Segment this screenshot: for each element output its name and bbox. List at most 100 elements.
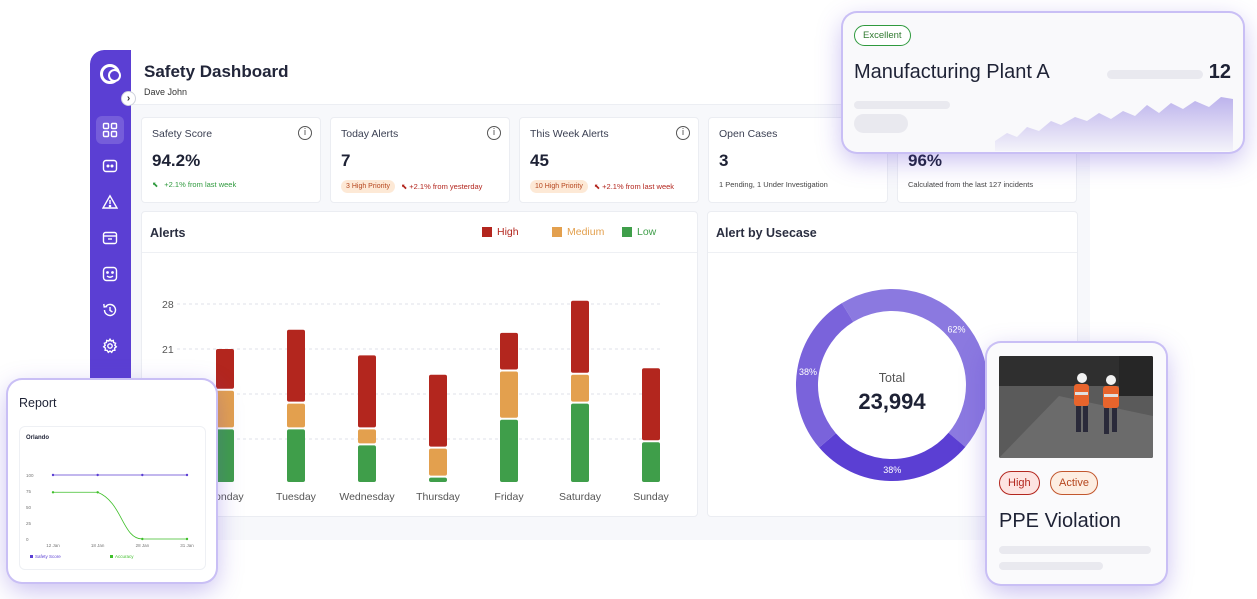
page-title: Safety Dashboard — [144, 62, 289, 81]
plant-card[interactable]: Excellent Manufacturing Plant A 12 — [843, 13, 1243, 152]
kpi-note: 1 Pending, 1 Under Investigation — [719, 180, 828, 189]
bar-segment-medium — [571, 374, 589, 402]
trend-text: +2.1% from last week — [164, 180, 237, 189]
kpi-value: 3 — [719, 151, 729, 170]
severity-badge: High — [999, 471, 1040, 495]
status-badge: Active — [1050, 471, 1098, 495]
report-legend-swatch — [30, 555, 33, 558]
alert-triangle-icon[interactable] — [102, 194, 118, 210]
report-y-tick: 0 — [26, 537, 29, 542]
cctv-snapshot-image — [999, 356, 1153, 458]
plant-count: 12 — [1208, 61, 1231, 83]
status-badge: Excellent — [854, 25, 911, 46]
plant-name: Manufacturing Plant A — [854, 61, 1050, 83]
kpi-label: Today Alerts — [341, 128, 399, 140]
report-face-icon[interactable] — [102, 266, 118, 282]
report-point — [51, 491, 55, 494]
report-card[interactable]: Report Orlando 100 75 50 25 0 12 Jan 18 Jan 28 … — [8, 380, 216, 582]
bar-segment-high — [287, 329, 305, 402]
y-tick-label: 21 — [162, 344, 174, 356]
kpi-trend: 10 High Priority ⬉ +2.1% from last week — [530, 180, 674, 193]
bar-segment-low — [500, 419, 518, 482]
report-y-tick: 75 — [26, 489, 32, 494]
kpi-label: Open Cases — [719, 128, 778, 140]
x-tick-label: Saturday — [559, 491, 602, 503]
skeleton-bar — [999, 546, 1151, 554]
x-tick-label: Sunday — [633, 491, 669, 503]
info-icon[interactable]: i — [487, 126, 501, 140]
user-name: Dave John — [144, 87, 188, 97]
report-point — [185, 473, 189, 477]
bar-segment-high — [358, 355, 376, 428]
info-icon[interactable]: i — [298, 126, 312, 140]
trend-text: +2.1% from last week — [602, 182, 675, 191]
report-series-line — [53, 491, 187, 540]
bar-segment-low — [358, 445, 376, 482]
bar-segment-medium — [358, 429, 376, 444]
skeleton-bar — [1107, 70, 1203, 79]
kpi-value: 94.2% — [152, 151, 201, 170]
bar-segment-low — [571, 403, 589, 482]
report-x-tick: 12 Jan — [46, 543, 60, 548]
ppe-violation-card[interactable]: High Active PPE Violation — [987, 343, 1166, 584]
report-y-tick: 100 — [26, 473, 34, 478]
dashboard-grid-icon[interactable] — [102, 122, 118, 138]
report-y-tick: 50 — [26, 505, 32, 510]
sidebar-collapse-chevron-icon[interactable]: › — [121, 91, 136, 106]
y-tick-label: 28 — [162, 299, 174, 311]
alerts-stacked-bar-chart: 2128Monday Tuesday Wednesday Thursday Friday… — [162, 299, 670, 503]
bar-segment-low — [429, 477, 447, 482]
bar-segment-low — [287, 429, 305, 482]
history-icon[interactable] — [102, 302, 118, 318]
bar-segment-high — [216, 349, 234, 389]
bar-segment-high — [429, 374, 447, 447]
kpi-safety-score[interactable]: Safety Score i 94.2% ⬉ +2.1% from last w… — [141, 117, 321, 203]
donut-slice-label: 38% — [883, 465, 901, 475]
bar-segment-medium — [287, 403, 305, 428]
kpi-value: 45 — [530, 151, 549, 170]
violation-title: PPE Violation — [999, 510, 1121, 532]
report-chart-frame: Orlando 100 75 50 25 0 12 Jan 18 Jan 28 Jan 31 J… — [19, 426, 206, 570]
trend-arrow-icon: ⬉ — [400, 182, 408, 191]
trend-text: +2.1% from yesterday — [409, 182, 483, 191]
kpi-trend: 3 High Priority ⬉ +2.1% from yesterday — [341, 180, 482, 193]
kpi-trend: ⬉ +2.1% from last week — [152, 180, 236, 189]
bar-segment-low — [642, 442, 660, 482]
report-point — [51, 473, 55, 477]
info-icon[interactable]: i — [676, 126, 690, 140]
report-point — [141, 473, 144, 477]
priority-badge: 10 High Priority — [530, 180, 588, 193]
sparkline-area — [995, 97, 1233, 151]
x-tick-label: Thursday — [416, 491, 461, 503]
report-title: Report — [19, 396, 57, 410]
app-logo[interactable] — [100, 64, 121, 84]
bar-segment-low — [216, 429, 234, 482]
skeleton-bar — [854, 101, 950, 109]
donut-total-label: Total — [879, 371, 905, 385]
folder-icon[interactable] — [102, 230, 118, 246]
priority-badge: 3 High Priority — [341, 180, 395, 193]
skeleton-pill — [854, 114, 908, 133]
kpi-week-alerts[interactable]: This Week Alerts i 45 10 High Priority ⬉… — [519, 117, 699, 203]
skeleton-bar — [999, 562, 1103, 570]
report-point — [185, 537, 189, 541]
kpi-label: This Week Alerts — [530, 128, 609, 140]
bar-segment-medium — [500, 371, 518, 418]
camera-feed-icon[interactable] — [102, 158, 118, 174]
bar-segment-high — [571, 300, 589, 373]
donut-slice-label: 62% — [947, 325, 965, 335]
kpi-today-alerts[interactable]: Today Alerts i 7 3 High Priority ⬉ +2.1%… — [330, 117, 510, 203]
report-legend-label: Accuracy — [115, 554, 134, 559]
report-point — [141, 537, 144, 541]
bar-segment-medium — [429, 448, 447, 476]
report-legend-label: Safety Score — [35, 554, 61, 559]
bar-segment-high — [642, 368, 660, 441]
kpi-value: 7 — [341, 151, 351, 170]
stage: › Safety Dashboard Dave John Safety Scor… — [0, 0, 1257, 599]
settings-gear-icon[interactable] — [102, 338, 118, 354]
report-line-chart: 100 75 50 25 0 12 Jan 18 Jan 28 Jan 31 Jan Safety… — [26, 473, 194, 559]
report-legend-swatch — [110, 555, 113, 558]
kpi-value: 96% — [908, 151, 943, 170]
report-point — [96, 491, 99, 494]
report-x-tick: 18 Jan — [91, 543, 105, 548]
